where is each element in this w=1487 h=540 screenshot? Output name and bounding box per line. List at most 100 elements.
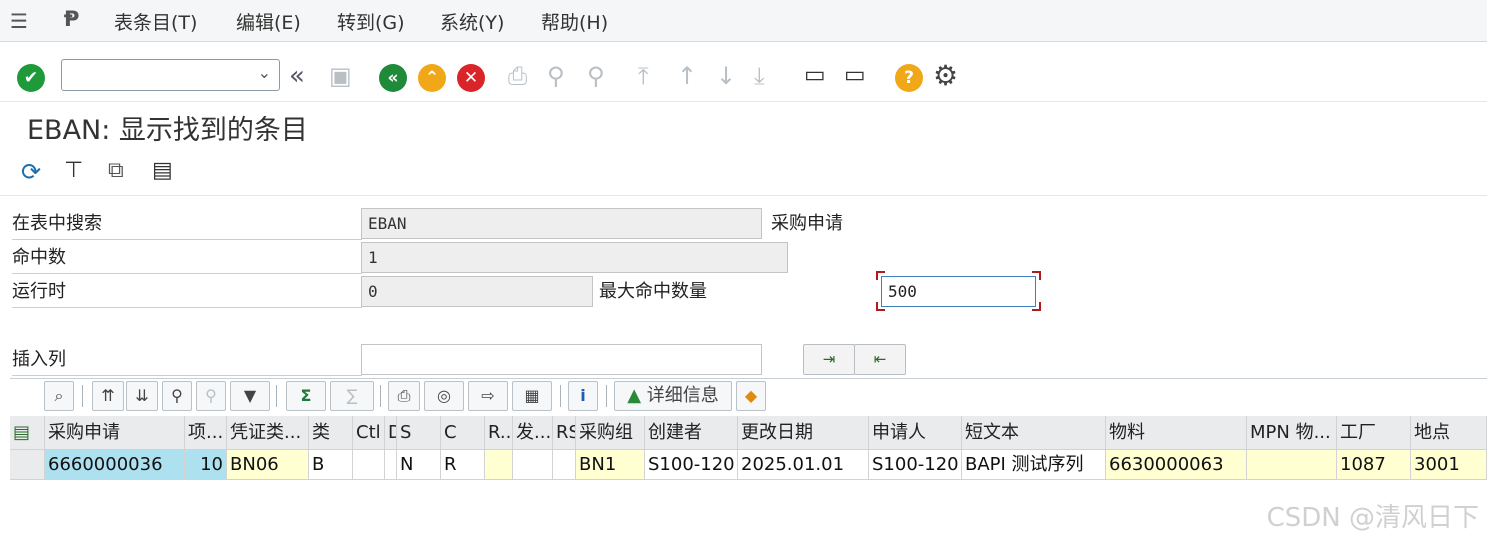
column-header[interactable]: 采购组 bbox=[576, 416, 645, 450]
table-cell[interactable]: 6660000036 bbox=[45, 450, 185, 480]
table-cell[interactable] bbox=[485, 450, 513, 480]
menu-icon[interactable]: ☰ bbox=[10, 9, 28, 33]
table-cell[interactable] bbox=[553, 450, 576, 480]
back-icon[interactable]: « bbox=[379, 64, 407, 92]
table-cell[interactable]: 1087 bbox=[1337, 450, 1411, 480]
export-button[interactable]: ⇨ bbox=[468, 381, 508, 411]
column-header[interactable]: 短文本 bbox=[962, 416, 1106, 450]
column-header[interactable]: C bbox=[441, 416, 485, 450]
column-header[interactable]: S bbox=[397, 416, 441, 450]
column-header[interactable]: 物料 bbox=[1106, 416, 1247, 450]
column-header[interactable]: 采购申请 bbox=[45, 416, 185, 450]
focus-corner bbox=[1032, 271, 1041, 280]
insert-column-after-button[interactable]: ⇤ bbox=[854, 344, 906, 375]
table-cell[interactable] bbox=[385, 450, 397, 480]
find-next-button: ⚲ bbox=[196, 381, 226, 411]
sort-descending-button[interactable]: ⇊ bbox=[126, 381, 158, 411]
menu-table-entry[interactable]: 表条目(T) bbox=[114, 8, 197, 35]
refresh-icon[interactable]: ⟳ bbox=[21, 158, 41, 186]
grid-details-button[interactable]: ⌕ bbox=[44, 381, 74, 411]
column-header[interactable]: RS bbox=[553, 416, 576, 450]
application-toolbar bbox=[0, 150, 1487, 196]
table-cell[interactable] bbox=[1247, 450, 1337, 480]
select-all-column-header[interactable]: ▤ bbox=[10, 416, 45, 450]
info-button[interactable]: i bbox=[568, 381, 598, 411]
search-table-field: EBAN bbox=[361, 208, 762, 239]
first-page-icon: ⤒ bbox=[638, 62, 649, 90]
table-cell[interactable]: 10 bbox=[185, 450, 227, 480]
column-header[interactable]: D bbox=[385, 416, 397, 450]
layout-button[interactable]: ▦ bbox=[512, 381, 552, 411]
table-cell[interactable]: N bbox=[397, 450, 441, 480]
enter-check-icon[interactable]: ✔ bbox=[17, 64, 45, 92]
chevron-down-icon[interactable]: ⌄ bbox=[258, 63, 271, 82]
selection-options-icon[interactable]: ⊤ bbox=[64, 158, 83, 183]
sum-button[interactable]: Σ bbox=[286, 381, 326, 411]
details-button[interactable]: ▲ 详细信息 bbox=[614, 381, 732, 411]
more-functions-button[interactable]: ◆ bbox=[736, 381, 766, 411]
help-icon[interactable]: ? bbox=[895, 64, 923, 92]
table-cell[interactable]: BN06 bbox=[227, 450, 309, 480]
toolbar-separator bbox=[606, 385, 607, 407]
column-header[interactable]: 创建者 bbox=[645, 416, 738, 450]
table-cell[interactable]: 6630000063 bbox=[1106, 450, 1247, 480]
column-header[interactable]: R... bbox=[485, 416, 513, 450]
menu-goto[interactable]: 转到(G) bbox=[337, 8, 405, 35]
hits-field: 1 bbox=[361, 242, 788, 273]
create-session-icon[interactable]: ▭ bbox=[804, 62, 826, 88]
table-cell[interactable]: 3001 bbox=[1411, 450, 1487, 480]
column-header[interactable]: 项... bbox=[185, 416, 227, 450]
table-cell[interactable] bbox=[513, 450, 553, 480]
table-cell[interactable]: S100-120 bbox=[869, 450, 962, 480]
insert-column-before-button[interactable]: ⇥ bbox=[803, 344, 855, 375]
search-table-label: 在表中搜索 bbox=[12, 207, 362, 240]
sap-logo-icon[interactable]: Ᵽ bbox=[64, 7, 79, 31]
table-cell[interactable] bbox=[353, 450, 385, 480]
shortcut-icon[interactable]: ▭ bbox=[844, 62, 866, 88]
toolbar-separator bbox=[380, 385, 381, 407]
settings-gear-icon[interactable]: ⚙ bbox=[933, 59, 958, 92]
filter-icon: ▼ bbox=[243, 386, 257, 405]
print-preview-button[interactable]: ⎙ bbox=[388, 381, 420, 411]
find-button[interactable]: ⚲ bbox=[162, 381, 192, 411]
page-title: EBAN: 显示找到的条目 bbox=[27, 115, 308, 146]
column-header[interactable]: 更改日期 bbox=[738, 416, 869, 450]
column-header[interactable]: Ctl bbox=[353, 416, 385, 450]
double-left-icon[interactable]: « bbox=[289, 61, 305, 91]
views-button[interactable]: ◎ bbox=[424, 381, 464, 411]
command-field[interactable]: ⌄ bbox=[61, 59, 280, 91]
insert-column-input[interactable] bbox=[361, 344, 762, 375]
cancel-icon[interactable]: ✕ bbox=[457, 64, 485, 92]
row-selector[interactable] bbox=[10, 450, 45, 480]
toolbar-separator bbox=[276, 385, 277, 407]
structure-icon[interactable]: ⧉ bbox=[108, 158, 124, 183]
column-header[interactable]: 发... bbox=[513, 416, 553, 450]
column-header[interactable]: 凭证类... bbox=[227, 416, 309, 450]
sort-ascending-button[interactable]: ⇈ bbox=[92, 381, 124, 411]
toolbar-separator bbox=[82, 385, 83, 407]
filter-button[interactable]: ▼ bbox=[230, 381, 270, 411]
grid-toolbar: ⌕ ⇈ ⇊ ⚲ ⚲ ▼ Σ ∑ ⎙ ◎ ⇨ ▦ i ▲ 详细信息 ◆ bbox=[10, 378, 1487, 414]
max-hits-input[interactable]: 500 bbox=[881, 276, 1036, 307]
menu-system[interactable]: 系统(Y) bbox=[440, 8, 504, 35]
previous-page-icon: ↑ bbox=[677, 62, 698, 90]
table-cell[interactable]: 2025.01.01 bbox=[738, 450, 869, 480]
column-header[interactable]: 类 bbox=[309, 416, 353, 450]
list-document-icon[interactable]: ▤ bbox=[152, 158, 173, 183]
column-header[interactable]: 工厂 bbox=[1337, 416, 1411, 450]
column-header[interactable]: 申请人 bbox=[869, 416, 962, 450]
focus-corner bbox=[876, 302, 885, 311]
table-cell[interactable]: BAPI 测试序列 bbox=[962, 450, 1106, 480]
table-cell[interactable]: S100-120 bbox=[645, 450, 738, 480]
select-all-icon: ▤ bbox=[13, 422, 31, 443]
table-cell[interactable]: BN1 bbox=[576, 450, 645, 480]
find-icon: ⚲ bbox=[547, 62, 565, 90]
table-cell[interactable]: B bbox=[309, 450, 353, 480]
exit-icon[interactable]: ⌃ bbox=[418, 64, 446, 92]
column-header[interactable]: 地点 bbox=[1411, 416, 1487, 450]
table-cell[interactable]: R bbox=[441, 450, 485, 480]
menu-edit[interactable]: 编辑(E) bbox=[236, 8, 301, 35]
column-header[interactable]: MPN 物... bbox=[1247, 416, 1337, 450]
menu-help[interactable]: 帮助(H) bbox=[541, 8, 608, 35]
hits-label: 命中数 bbox=[12, 241, 362, 274]
